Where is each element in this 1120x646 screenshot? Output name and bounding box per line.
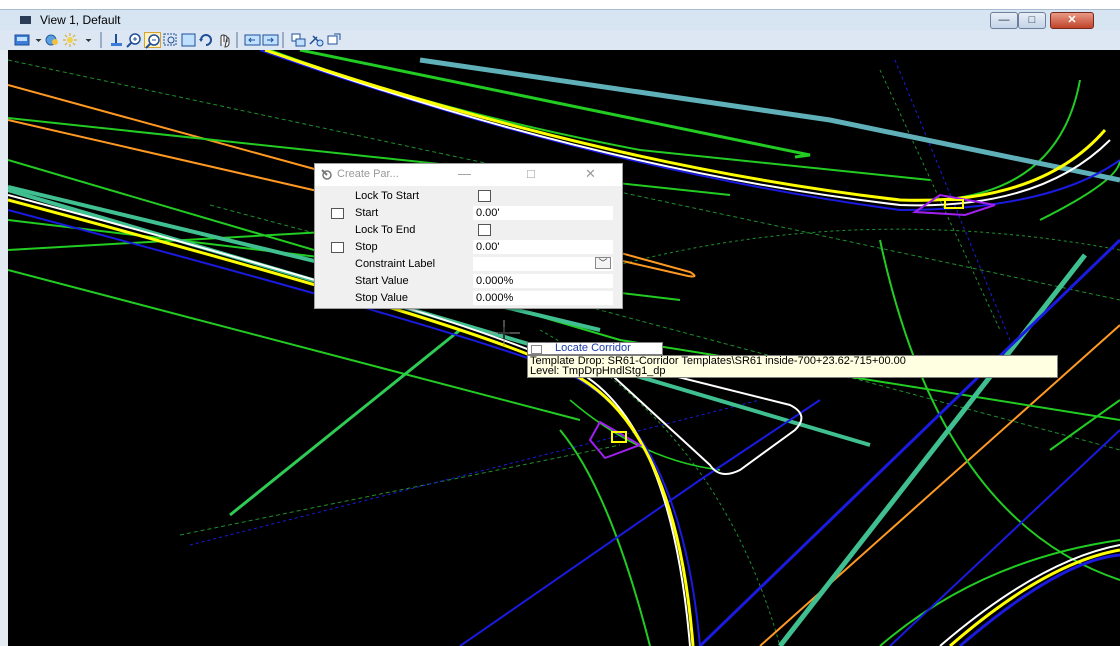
dialog-row: Start Value 0.000%: [320, 273, 616, 290]
view-properties-icon[interactable]: [326, 32, 343, 48]
view-attributes-icon[interactable]: [14, 32, 31, 48]
corridor-icon: [531, 345, 542, 354]
toolbar-separator: [100, 32, 102, 48]
lock-checkbox[interactable]: [478, 190, 491, 202]
zoom-in-icon[interactable]: [126, 32, 143, 48]
dialog-row: Constraint Label ﹀: [320, 256, 616, 273]
locate-tooltip: Template Drop: SR61-Corridor Templates\S…: [527, 355, 1058, 378]
view-title: View 1, Default: [40, 13, 121, 27]
row-enable-checkbox[interactable]: [331, 208, 344, 219]
dialog-row: Lock To End: [320, 222, 616, 239]
view-previous-icon[interactable]: [244, 32, 261, 48]
dropdown-arrow-icon[interactable]: [30, 32, 42, 48]
window-area-icon[interactable]: [162, 32, 179, 48]
field-value-input[interactable]: 0.000%: [473, 291, 613, 305]
toolbar-separator: [236, 32, 238, 48]
field-label: Start Value: [355, 275, 409, 287]
lighting-icon[interactable]: [62, 32, 79, 48]
field-label: Lock To Start: [355, 190, 419, 202]
dialog-row: Start 0.00': [320, 205, 616, 222]
create-parametric-dialog: Create Par... — □ ✕ Lock To Start Start 0.…: [314, 163, 623, 309]
maximize-button[interactable]: □: [1018, 12, 1046, 29]
render-display-icon[interactable]: [44, 32, 61, 48]
field-label: Start: [355, 207, 379, 219]
civil-tool-icon: [321, 169, 332, 180]
field-label: Stop: [355, 241, 378, 253]
dialog-row: Stop 0.00': [320, 239, 616, 256]
field-label: Stop Value: [355, 292, 409, 304]
constraint-label-dropdown[interactable]: ﹀: [473, 257, 613, 271]
tooltip-line-level: Level: TmpDrpHndlStg1_dp: [530, 365, 666, 377]
field-value-input[interactable]: 0.00': [473, 240, 613, 254]
update-view-icon[interactable]: [108, 32, 125, 48]
row-enable-checkbox[interactable]: [331, 242, 344, 253]
dialog-row: Lock To Start: [320, 188, 616, 205]
dropdown-arrow-icon[interactable]: [80, 32, 92, 48]
toolbar-separator: [282, 32, 284, 48]
zoom-out-icon[interactable]: [144, 32, 161, 49]
view-toolbar: [0, 30, 1120, 50]
dialog-title: Create Par...: [337, 168, 399, 180]
dialog-fields: Lock To Start Start 0.00' Lock To End Stop 0.…: [320, 188, 616, 307]
field-label: Constraint Label: [355, 258, 436, 270]
view-next-icon[interactable]: [262, 32, 279, 48]
dialog-title-bar: Create Par... — □ ✕: [315, 164, 622, 186]
crosshair-cursor-icon: [488, 320, 520, 346]
dialog-minimize-button[interactable]: —: [458, 166, 471, 181]
window-icon: [20, 16, 31, 24]
copy-view-icon[interactable]: [290, 32, 307, 48]
view-left-border: [0, 50, 8, 646]
close-button[interactable]: ✕: [1050, 12, 1094, 29]
field-value-input[interactable]: 0.00': [473, 206, 613, 220]
locate-tooltip-title: Locate Corridor: [527, 342, 663, 355]
dialog-close-button[interactable]: ✕: [585, 166, 596, 182]
field-value-input[interactable]: 0.000%: [473, 274, 613, 288]
rotate-view-icon[interactable]: [198, 32, 215, 48]
camera-icon[interactable]: [308, 32, 325, 48]
lock-checkbox[interactable]: [478, 224, 491, 236]
dialog-maximize-button[interactable]: □: [527, 166, 535, 181]
pan-view-icon[interactable]: [216, 32, 233, 48]
chevron-down-icon[interactable]: ﹀: [595, 257, 611, 269]
view-title-bar: View 1, Default — □ ✕: [0, 9, 1120, 30]
fit-view-icon[interactable]: [180, 32, 197, 48]
dialog-row: Stop Value 0.000%: [320, 290, 616, 307]
minimize-button[interactable]: —: [990, 12, 1018, 29]
field-label: Lock To End: [355, 224, 416, 236]
